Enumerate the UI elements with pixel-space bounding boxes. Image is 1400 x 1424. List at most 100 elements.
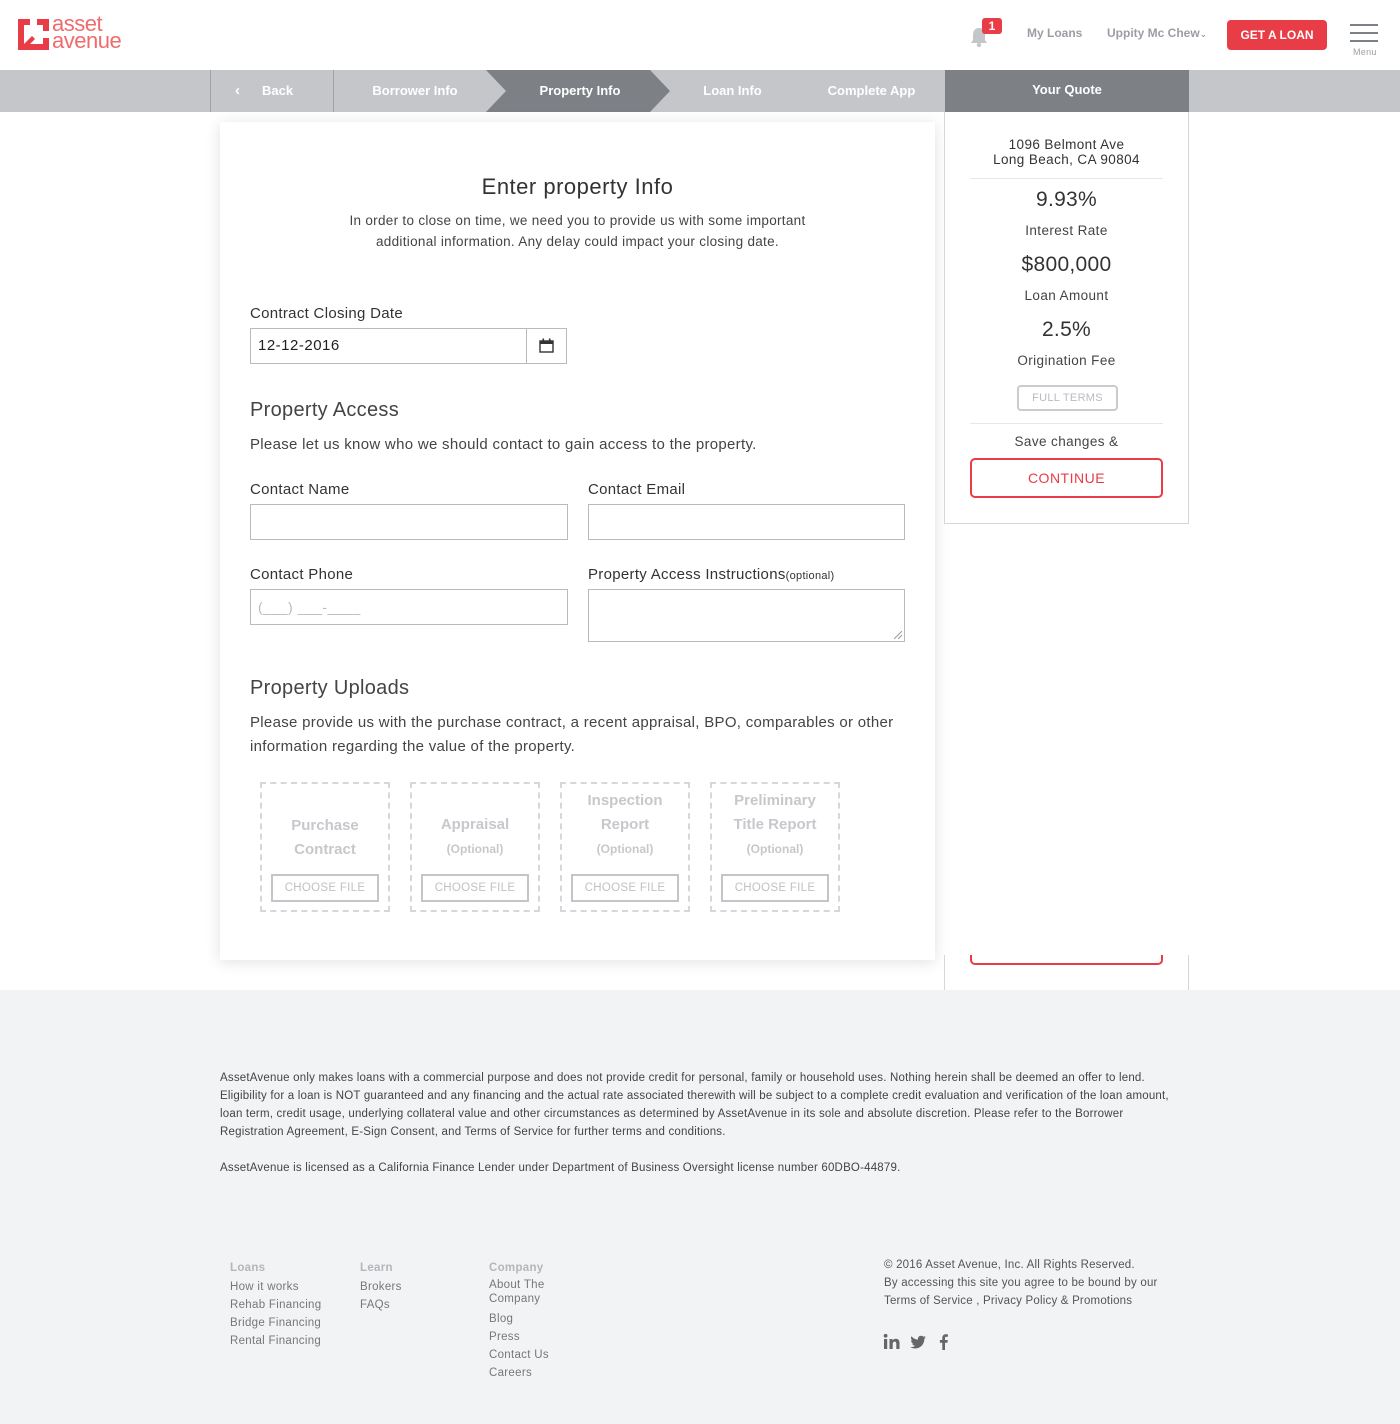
- upload-appraisal[interactable]: Appraisal (Optional) CHOOSE FILE: [410, 782, 540, 912]
- interest-rate-value: 9.93%: [1035, 188, 1098, 211]
- upload-inspection-report[interactable]: Inspection Report (Optional) CHOOSE FILE: [560, 782, 690, 912]
- your-quote-header: Your Quote: [945, 70, 1189, 112]
- property-access-description: Please let us know who we should contact…: [250, 436, 757, 453]
- choose-file-button[interactable]: CHOOSE FILE: [271, 874, 379, 902]
- resize-handle-icon[interactable]: [894, 631, 902, 639]
- get-a-loan-button[interactable]: GET A LOAN: [1227, 20, 1327, 50]
- twitter-icon[interactable]: [909, 1333, 927, 1351]
- property-uploads-heading: Property Uploads: [250, 677, 410, 699]
- your-quote-panel: 1096 Belmont Ave Long Beach, CA 90804 9.…: [944, 112, 1189, 524]
- upload-title: Inspection: [587, 792, 663, 809]
- menu-bar: [1350, 32, 1378, 34]
- step-complete-app[interactable]: Complete App: [800, 70, 943, 112]
- contact-phone-label: Contact Phone: [250, 566, 354, 583]
- quote-address-line2: Long Beach, CA 90804: [993, 152, 1140, 167]
- contact-phone-input[interactable]: (___) ___-____: [250, 589, 568, 625]
- back-label: Back: [262, 83, 294, 98]
- form-title: Enter property Info: [481, 174, 674, 199]
- hamburger-menu-button[interactable]: Menu: [1350, 22, 1380, 58]
- footer-link[interactable]: Contact Us: [489, 1346, 569, 1364]
- contact-phone-placeholder: (___) ___-____: [258, 599, 361, 615]
- footer-column-heading: Learn: [360, 1262, 393, 1274]
- facebook-icon[interactable]: [935, 1333, 953, 1351]
- quote-panel-overflow: [944, 955, 1189, 991]
- menu-bar: [1350, 24, 1378, 26]
- origination-fee-label: Origination Fee: [1017, 353, 1116, 368]
- upload-title: Appraisal: [440, 816, 510, 833]
- save-changes-text: Save changes &: [1014, 434, 1119, 449]
- quote-address-line1: 1096 Belmont Ave: [1008, 137, 1125, 152]
- notification-count-badge: 1: [982, 18, 1002, 34]
- footer-disclaimer: AssetAvenue only makes loans with a comm…: [220, 1072, 1169, 1138]
- step-borrower-info[interactable]: Borrower Info: [335, 70, 495, 112]
- form-subtitle: In order to close on time, we need you t…: [349, 213, 806, 249]
- footer-link[interactable]: About The Company: [489, 1278, 569, 1306]
- full-terms-button[interactable]: FULL TERMS: [1017, 385, 1118, 411]
- agreement-text: By accessing this site you agree to be b…: [884, 1277, 1158, 1289]
- contact-email-input[interactable]: [588, 504, 905, 540]
- footer-link[interactable]: Blog: [489, 1310, 569, 1328]
- loan-amount-label: Loan Amount: [1024, 288, 1109, 303]
- upload-optional: (Optional): [446, 842, 504, 856]
- closing-date-label: Contract Closing Date: [250, 305, 404, 322]
- footer-learn-column: Learn Brokers FAQs: [360, 1262, 402, 1314]
- contact-email-label: Contact Email: [588, 481, 686, 498]
- menu-bar: [1350, 40, 1378, 42]
- logo-wordmark: asset avenue: [52, 13, 122, 53]
- access-instructions-label-text: Property Access Instructions: [588, 566, 786, 583]
- upload-purchase-contract[interactable]: Purchase Contract CHOOSE FILE: [260, 782, 390, 912]
- back-button[interactable]: ‹ Back: [210, 70, 334, 112]
- chevron-left-icon: ‹: [235, 82, 240, 99]
- footer-loans-column: Loans How it works Rehab Financing Bridg…: [230, 1262, 321, 1350]
- my-loans-link[interactable]: My Loans: [1027, 26, 1082, 40]
- choose-file-button[interactable]: CHOOSE FILE: [721, 874, 829, 902]
- origination-fee-value: 2.5%: [1041, 318, 1092, 341]
- calendar-icon: [539, 338, 554, 353]
- legal-links: Terms of Service , Privacy Policy & Prom…: [884, 1295, 1133, 1307]
- chevron-down-icon: ⌄: [1199, 29, 1208, 39]
- calendar-button[interactable]: [526, 329, 566, 363]
- choose-file-button[interactable]: CHOOSE FILE: [571, 874, 679, 902]
- footer-link[interactable]: Rental Financing: [230, 1332, 321, 1350]
- footer-column-heading: Company: [489, 1262, 544, 1274]
- upload-title: Purchase: [291, 817, 359, 834]
- footer-link[interactable]: Rehab Financing: [230, 1296, 321, 1314]
- footer-company-column: Company About The Company Blog Press Con…: [489, 1262, 569, 1382]
- choose-file-button[interactable]: CHOOSE FILE: [421, 874, 529, 902]
- footer-link[interactable]: Brokers: [360, 1278, 402, 1296]
- upload-optional: (Optional): [596, 842, 654, 856]
- menu-label: Menu: [1353, 47, 1377, 57]
- privacy-policy-link[interactable]: Privacy Policy & Promotions: [983, 1295, 1132, 1307]
- continue-button[interactable]: CONTINUE: [970, 458, 1163, 498]
- upload-preliminary-title-report[interactable]: Preliminary Title Report (Optional) CHOO…: [710, 782, 840, 912]
- step-property-info[interactable]: Property Info: [505, 70, 655, 112]
- logo-line2: avenue: [52, 28, 122, 53]
- user-menu[interactable]: Uppity Mc Chew⌄: [1107, 26, 1207, 40]
- loan-amount-value: $800,000: [1021, 253, 1112, 276]
- footer-link[interactable]: Careers: [489, 1364, 569, 1382]
- footer-link[interactable]: FAQs: [360, 1296, 402, 1314]
- footer-link[interactable]: How it works: [230, 1278, 321, 1296]
- upload-title: Report: [600, 816, 650, 833]
- linkedin-icon[interactable]: [883, 1333, 901, 1351]
- property-uploads-description: Please provide us with the purchase cont…: [250, 714, 894, 755]
- footer-link[interactable]: Press: [489, 1328, 569, 1346]
- user-name: Uppity Mc Chew: [1107, 26, 1200, 40]
- footer-link[interactable]: Bridge Financing: [230, 1314, 321, 1332]
- asset-avenue-logo[interactable]: asset avenue: [18, 13, 136, 53]
- divider: [970, 423, 1163, 424]
- copyright-text: © 2016 Asset Avenue, Inc. All Rights Res…: [884, 1259, 1135, 1271]
- contact-name-input[interactable]: [250, 504, 568, 540]
- access-instructions-textarea[interactable]: [588, 589, 905, 642]
- access-instructions-label: Property Access Instructions(optional): [588, 566, 835, 583]
- property-info-form-card: Enter property Info In order to close on…: [220, 122, 935, 960]
- logo-mark-icon: [18, 19, 49, 50]
- closing-date-field[interactable]: 12-12-2016: [250, 328, 567, 364]
- site-footer: AssetAvenue only makes loans with a comm…: [0, 990, 1400, 1424]
- footer-column-heading: Loans: [230, 1262, 266, 1274]
- interest-rate-label: Interest Rate: [1025, 223, 1108, 238]
- optional-tag: (optional): [785, 570, 835, 582]
- divider: [970, 178, 1163, 179]
- step-loan-info[interactable]: Loan Info: [670, 70, 795, 112]
- terms-of-service-link[interactable]: Terms of Service: [884, 1295, 973, 1307]
